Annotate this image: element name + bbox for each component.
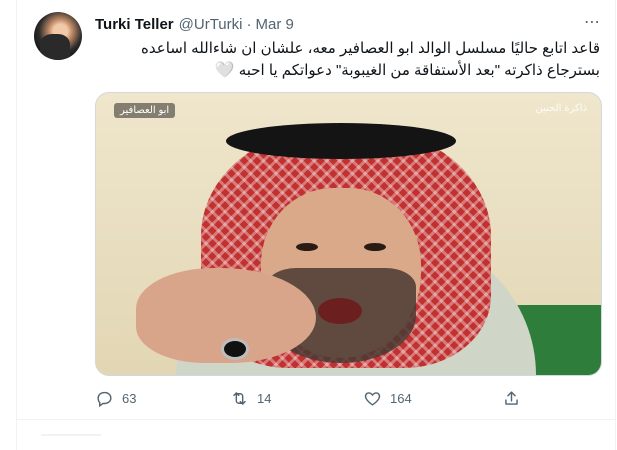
separator-dot: · (246, 15, 252, 33)
scene-eye-right (364, 243, 386, 251)
author-name[interactable]: Turki Teller (95, 16, 174, 33)
tweet-text: قاعد اتابع حاليًا مسلسل الوالد ابو العصا… (95, 38, 600, 82)
like-count: 164 (390, 390, 412, 406)
ellipsis-icon[interactable]: ⋯ (584, 14, 601, 32)
tweet-date[interactable]: Mar 9 (255, 16, 293, 33)
author-handle[interactable]: @UrTurki (179, 16, 243, 33)
media-watermark-left: ابو العصافير (114, 103, 176, 118)
avatar-figure (40, 34, 70, 60)
next-tweet-placeholder (16, 420, 616, 450)
scene-mouth (318, 298, 362, 324)
scene-agal (226, 123, 456, 159)
retweet-button[interactable]: 14 (230, 389, 271, 408)
white-heart-emoji: 🤍 (214, 62, 235, 79)
tweet-text-line: قاعد اتابع حاليًا مسلسل الوالد ابو العصا… (141, 40, 600, 57)
tweet-actions: 63 14 164 (95, 384, 525, 412)
tweet-text-line-body: بسترجاع ذاكرته "بعد الأستفاقة من الغيبوب… (238, 62, 600, 79)
tweet-header: Turki Teller @UrTurki · Mar 9 ⋯ (95, 14, 603, 34)
heart-icon (364, 391, 381, 406)
like-button[interactable]: 164 (363, 389, 412, 408)
retweet-icon (233, 391, 246, 405)
tweet-text-line: بسترجاع ذاكرته "بعد الأستفاقة من الغيبوب… (95, 60, 600, 82)
reply-button[interactable]: 63 (95, 389, 136, 408)
reply-count: 63 (122, 390, 137, 406)
avatar[interactable] (34, 12, 82, 60)
media-watermark-right: ذاكرة الحنين (535, 103, 587, 114)
share-button[interactable] (502, 389, 521, 408)
media-scene (96, 93, 601, 375)
scene-eye-left (296, 243, 318, 251)
scene-ring (221, 338, 249, 360)
share-icon (505, 390, 518, 405)
reply-icon (97, 391, 112, 407)
retweet-count: 14 (257, 390, 272, 406)
divider (41, 434, 101, 436)
tweet-media-image[interactable]: ابو العصافير ذاكرة الحنين (95, 92, 602, 376)
tweet-card[interactable]: Turki Teller @UrTurki · Mar 9 ⋯ قاعد اتا… (16, 0, 616, 420)
